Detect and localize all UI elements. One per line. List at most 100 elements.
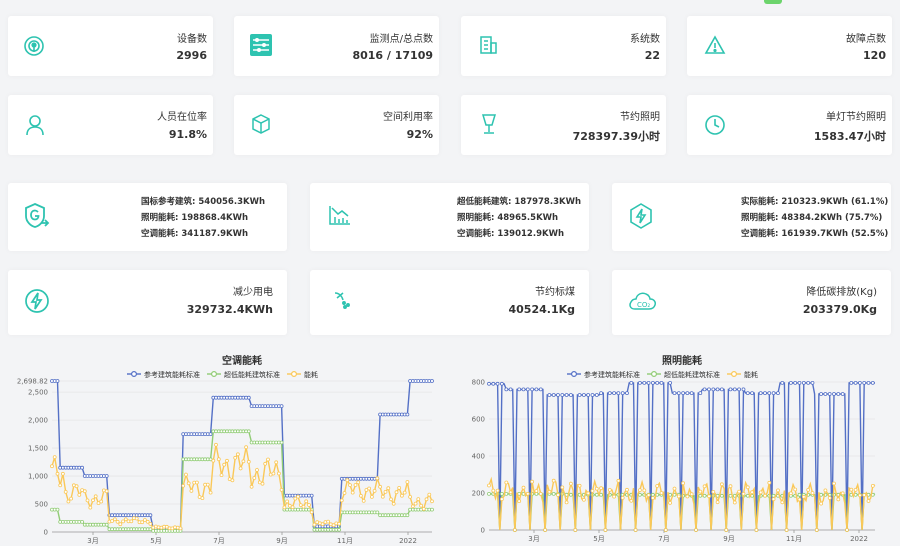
data-point [517,387,522,392]
x-tick-label: 2022 [399,537,417,545]
data-point [113,517,117,522]
data-point [123,517,128,522]
data-point [208,490,213,495]
y-tick-label: 0 [44,529,48,537]
lamp-icon [479,113,499,135]
data-point [427,492,432,497]
legend-item[interactable]: 超低能耗建筑标准 [647,370,720,379]
data-point [870,483,875,488]
legend-item[interactable]: 参考建筑能耗标准 [567,370,640,379]
data-point [282,505,287,510]
data-point [252,476,257,480]
data-point [129,519,134,524]
data-point [767,391,772,395]
data-point [616,478,621,483]
ultra-low-ac: 空调能耗: 139012.9KWh [457,229,565,239]
systems-label: 系统数 [630,34,660,45]
data-point [148,521,153,526]
data-point [814,528,819,532]
bar-chart-down-icon [328,204,352,226]
data-point [836,392,841,396]
data-point [52,455,57,459]
y-tick-label: 0 [481,527,485,535]
y-tick-label: 2,000 [28,417,48,425]
data-point [538,387,543,392]
data-point [508,490,513,495]
data-point [260,481,265,486]
data-point [577,393,582,397]
data-point [405,513,410,518]
data-point [569,492,573,497]
monitor-points-value: 8016 / 17109 [352,49,433,62]
data-point [806,381,811,385]
data-point [88,505,93,510]
data-point [564,500,569,505]
data-point [586,393,591,397]
data-point [793,381,798,385]
data-point [797,492,802,497]
occupancy-label: 人员在位率 [157,112,207,123]
data-point [776,391,780,395]
data-point [823,392,828,396]
data-point [405,480,410,484]
data-point [80,465,84,470]
data-point [399,493,404,498]
data-point [309,510,314,515]
data-point [189,488,194,493]
space-usage-label: 空间利用率 [383,112,433,123]
stat-card-actual: 实际能耗: 210323.9KWh (61.1%) 照明能耗: 48384.2K… [612,183,891,251]
data-point [69,496,73,501]
data-point [707,387,711,392]
sliders-icon [249,33,273,57]
data-point [620,495,625,500]
data-point [249,484,254,489]
data-point [246,395,251,400]
saved-lighting-value: 728397.39小时 [572,130,660,143]
data-point [246,429,251,434]
data-point [819,392,824,396]
top-indicator [764,0,782,4]
data-point [276,471,281,476]
data-point [491,381,496,386]
data-point [676,391,681,395]
stat-card-occupancy: 人员在位率 91.8% [8,95,213,155]
data-point [827,392,832,396]
svg-text:能耗: 能耗 [304,370,318,379]
data-point [93,494,98,499]
x-tick-label: 5月 [593,535,604,543]
data-point [304,499,309,504]
data-point [50,464,54,469]
data-point [702,484,707,489]
data-point [719,482,724,487]
data-point [767,480,772,485]
data-point [650,496,655,500]
data-point [776,488,780,493]
data-point [637,492,642,497]
data-point [61,471,65,476]
legend-item[interactable]: 能耗 [727,370,758,379]
data-point [184,472,188,477]
data-point [728,484,733,489]
data-point [547,489,552,494]
data-point [637,381,642,385]
data-point [337,521,342,526]
legend-item[interactable]: 参考建筑能耗标准 [127,370,200,379]
data-point [225,458,229,463]
data-point [780,381,785,385]
data-point [685,494,690,499]
data-point [780,500,785,505]
data-point [676,494,681,499]
co2-cloud-icon: CO₂ [627,289,657,313]
legend-item[interactable]: 能耗 [287,370,318,379]
legend-item[interactable]: 超低能耗建筑标准 [207,370,280,379]
data-point [694,528,698,532]
hexagon-bolt-icon [628,202,654,230]
data-point [219,473,224,477]
data-point [230,478,235,483]
data-point [121,519,125,524]
data-point [862,381,867,385]
data-point [655,381,660,385]
data-point [394,490,399,495]
data-point [430,379,434,383]
data-point [91,498,95,503]
